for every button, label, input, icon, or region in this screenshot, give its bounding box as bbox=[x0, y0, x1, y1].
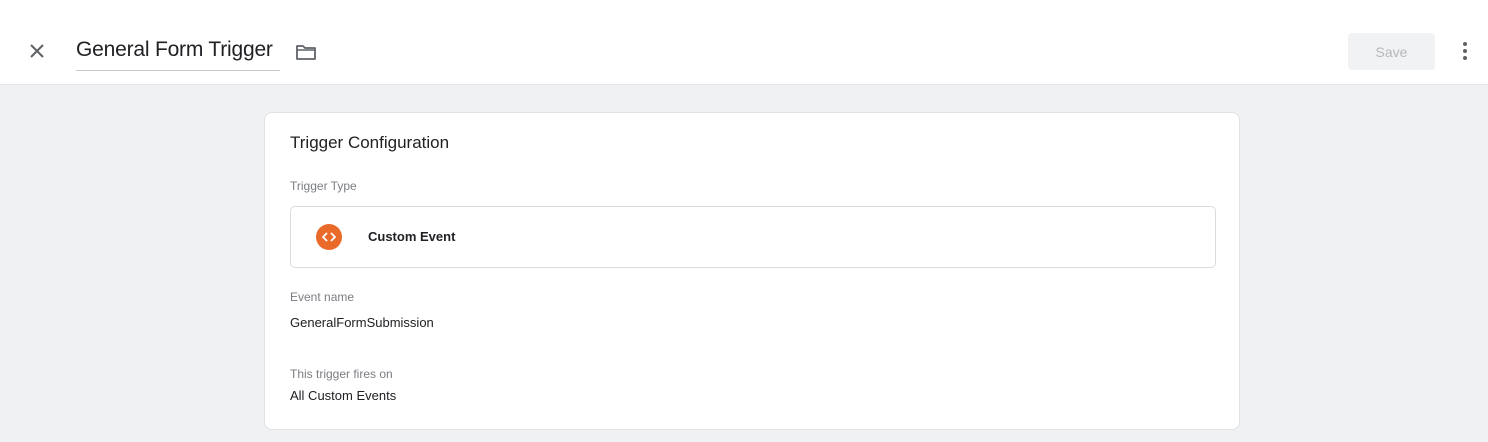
trigger-type-selector[interactable]: Custom Event bbox=[290, 206, 1216, 268]
trigger-type-label: Trigger Type bbox=[290, 179, 357, 193]
trigger-type-name: Custom Event bbox=[368, 229, 456, 244]
more-vert-icon[interactable] bbox=[1455, 38, 1475, 64]
event-name-label: Event name bbox=[290, 290, 355, 304]
folder-icon[interactable] bbox=[293, 40, 319, 64]
card-title: Trigger Configuration bbox=[290, 133, 450, 152]
trigger-name-title[interactable]: General Form Trigger bbox=[76, 38, 273, 62]
close-icon[interactable] bbox=[24, 38, 50, 64]
fires-on-label: This trigger fires on bbox=[290, 367, 393, 381]
trigger-configuration-card: Trigger Configuration Trigger Type Custo… bbox=[264, 112, 1240, 430]
title-underline bbox=[76, 70, 280, 71]
event-name-value: GeneralFormSubmission bbox=[290, 315, 434, 330]
editor-header: General Form Trigger Save bbox=[0, 0, 1488, 85]
code-icon bbox=[316, 224, 342, 250]
fires-on-value: All Custom Events bbox=[290, 388, 397, 403]
save-button[interactable]: Save bbox=[1348, 33, 1435, 70]
